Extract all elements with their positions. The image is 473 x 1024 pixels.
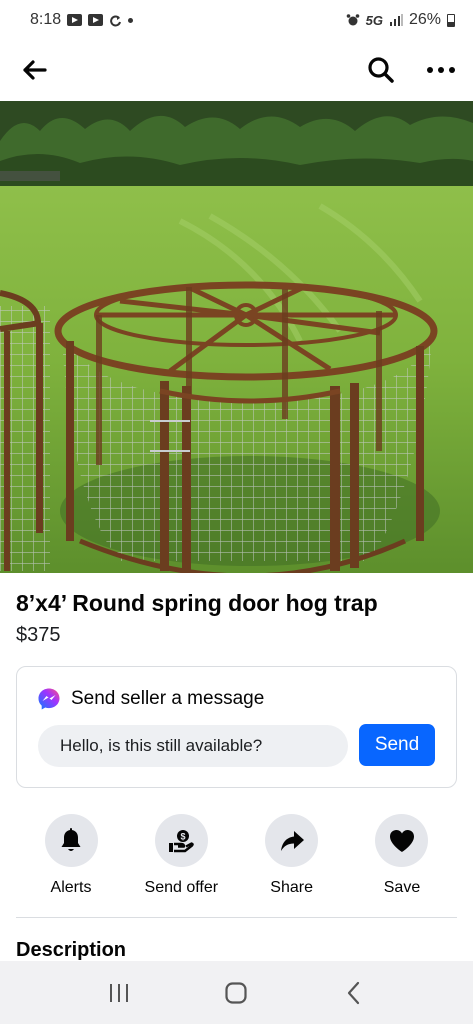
send-offer-label: Send offer [144,879,219,896]
listing-photo[interactable] [0,101,473,573]
status-right: 5G 26% [346,11,455,29]
more-options-button[interactable] [425,54,457,86]
search-button[interactable] [365,54,397,86]
battery-icon [447,13,455,27]
network-type: 5G [365,12,383,28]
alarm-icon [346,14,359,26]
chevron-left-icon [348,981,360,1004]
save-circle[interactable] [375,814,429,867]
recent-apps-button[interactable] [99,973,139,1013]
send-button[interactable]: Send [359,724,435,766]
android-nav-bar [0,961,473,1024]
battery-percent: 26% [408,11,441,28]
status-bar: 8:18 5G 26% [0,0,473,40]
save-action[interactable]: Save [347,814,457,898]
send-offer-action[interactable]: $ Send offer [126,814,236,898]
back-arrow-icon [23,60,47,80]
search-icon [368,57,394,83]
listing-actions: Alerts $ Send offer Share Save [16,814,457,898]
marketplace-listing-screen: 8:18 5G 26% 8’x4’ Round spring door hog … [0,0,473,1024]
listing-price: $375 [16,624,61,646]
save-label: Save [383,879,421,896]
nav-actions [365,54,457,86]
hog-trap-photo [0,101,473,573]
send-message-card: Send seller a message Send [16,666,457,788]
send-offer-circle[interactable]: $ [154,814,208,867]
messenger-icon [38,688,60,710]
status-time: 8:18 [30,11,62,28]
left-trap-partial [0,290,50,571]
share-icon [280,830,304,851]
more-notifications-dot [128,17,134,23]
message-header: Send seller a message [37,687,264,711]
message-input[interactable] [38,725,348,767]
section-divider [16,917,457,918]
alerts-label: Alerts [50,879,92,896]
recent-apps-icon [109,983,128,1002]
system-back-button[interactable] [334,973,374,1013]
alerts-circle[interactable] [44,814,98,867]
share-label: Share [270,879,313,896]
refresh-notification-icon [110,14,122,26]
status-left: 8:18 [30,11,134,29]
svg-text:$: $ [181,831,186,841]
top-nav [0,40,473,100]
offer-icon: $ [169,829,195,852]
youtube-notification-icon [67,14,83,26]
signal-icon [389,14,403,26]
youtube-notification-icon-2 [88,14,104,26]
heart-icon [389,829,414,852]
share-action[interactable]: Share [237,814,347,898]
description-heading: Description [16,939,127,961]
share-circle[interactable] [265,814,319,867]
bell-icon [61,827,81,851]
message-heading: Send seller a message [71,688,265,709]
alerts-action[interactable]: Alerts [16,814,126,898]
back-button[interactable] [18,54,50,86]
home-icon [225,981,248,1004]
more-dots-icon [427,67,455,73]
home-button[interactable] [216,973,256,1013]
listing-title: 8’x4’ Round spring door hog trap [16,590,378,616]
